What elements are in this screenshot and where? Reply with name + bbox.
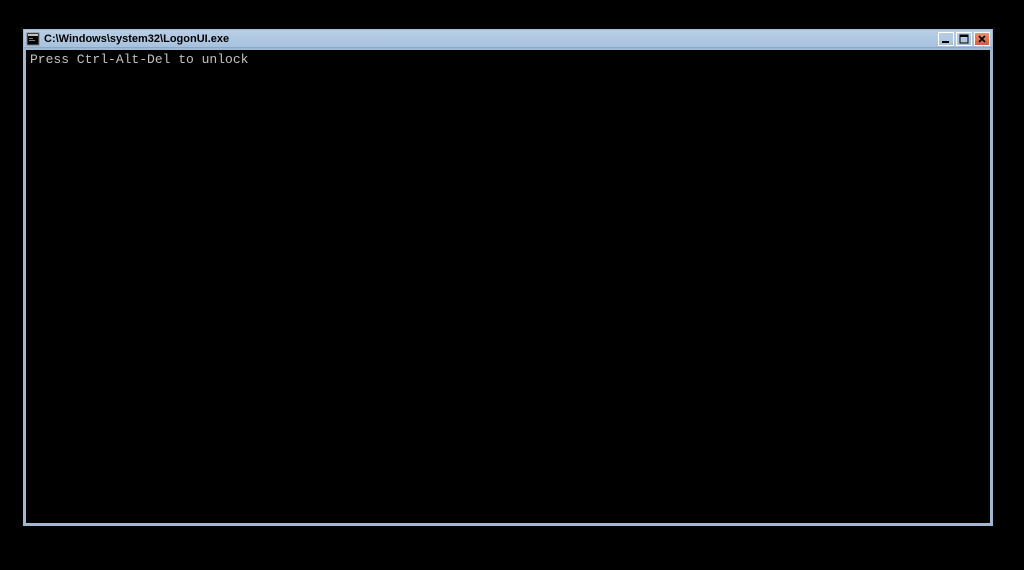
console-line: Press Ctrl-Alt-Del to unlock bbox=[30, 52, 986, 68]
titlebar[interactable]: C:\Windows\system32\LogonUI.exe bbox=[24, 30, 992, 48]
close-button[interactable] bbox=[974, 32, 990, 46]
window-title: C:\Windows\system32\LogonUI.exe bbox=[44, 32, 938, 46]
app-icon bbox=[26, 32, 40, 46]
minimize-button[interactable] bbox=[938, 32, 954, 46]
console-output: Press Ctrl-Alt-Del to unlock bbox=[24, 48, 992, 525]
window-controls bbox=[938, 32, 990, 46]
console-window: C:\Windows\system32\LogonUI.exe bbox=[23, 29, 993, 526]
maximize-button[interactable] bbox=[956, 32, 972, 46]
